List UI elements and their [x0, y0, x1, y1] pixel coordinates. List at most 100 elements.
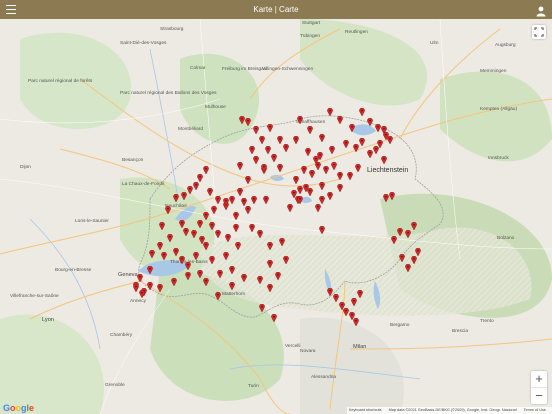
map-marker-pin-icon[interactable]	[223, 193, 229, 207]
map-marker-pin-icon[interactable]	[237, 157, 243, 171]
map-marker-pin-icon[interactable]	[277, 159, 283, 173]
map-marker-pin-icon[interactable]	[173, 189, 179, 203]
map-marker-pin-icon[interactable]	[263, 191, 269, 205]
map-marker-pin-icon[interactable]	[277, 131, 283, 145]
map-marker-pin-icon[interactable]	[267, 119, 273, 133]
map-marker-pin-icon[interactable]	[331, 157, 337, 171]
map-marker-pin-icon[interactable]	[327, 187, 333, 201]
map-marker-pin-icon[interactable]	[367, 113, 373, 127]
map-marker-pin-icon[interactable]	[309, 165, 315, 179]
zoom-in-button[interactable]: +	[531, 371, 547, 387]
map-marker-pin-icon[interactable]	[319, 129, 325, 143]
map-marker-pin-icon[interactable]	[283, 139, 289, 153]
map-marker-pin-icon[interactable]	[351, 293, 357, 307]
map-marker-pin-icon[interactable]	[209, 217, 215, 231]
map-marker-pin-icon[interactable]	[307, 183, 313, 197]
map-marker-pin-icon[interactable]	[183, 223, 189, 237]
map-marker-pin-icon[interactable]	[271, 309, 277, 323]
map-marker-pin-icon[interactable]	[381, 151, 387, 165]
map-marker-pin-icon[interactable]	[319, 221, 325, 235]
map-marker-pin-icon[interactable]	[353, 313, 359, 327]
map-marker-pin-icon[interactable]	[305, 143, 311, 157]
map-marker-pin-icon[interactable]	[267, 255, 273, 269]
map-marker-pin-icon[interactable]	[319, 177, 325, 191]
map-marker-pin-icon[interactable]	[235, 237, 241, 251]
map-marker-pin-icon[interactable]	[297, 191, 303, 205]
map-marker-pin-icon[interactable]	[245, 171, 251, 185]
map-marker-pin-icon[interactable]	[167, 229, 173, 243]
map-marker-pin-icon[interactable]	[283, 251, 289, 265]
keyboard-shortcuts-link[interactable]: Keyboard shortcuts	[349, 408, 382, 412]
map-marker-pin-icon[interactable]	[333, 289, 339, 303]
map-marker-pin-icon[interactable]	[191, 225, 197, 239]
map-marker-pin-icon[interactable]	[157, 279, 163, 293]
map-marker-pin-icon[interactable]	[139, 285, 145, 299]
map-marker-pin-icon[interactable]	[301, 161, 307, 175]
map-view[interactable]: Strasbourg Stuttgart Ulm Augsburg Tübing…	[0, 19, 552, 414]
map-marker-pin-icon[interactable]	[203, 207, 209, 221]
map-marker-pin-icon[interactable]	[229, 261, 235, 275]
map-marker-pin-icon[interactable]	[179, 215, 185, 229]
map-marker-pin-icon[interactable]	[349, 119, 355, 133]
map-marker-pin-icon[interactable]	[411, 217, 417, 231]
map-marker-pin-icon[interactable]	[397, 223, 403, 237]
fullscreen-button[interactable]	[532, 25, 546, 39]
map-marker-pin-icon[interactable]	[267, 237, 273, 251]
map-marker-pin-icon[interactable]	[293, 131, 299, 145]
user-icon[interactable]	[536, 4, 546, 17]
map-marker-pin-icon[interactable]	[241, 193, 247, 207]
map-marker-pin-icon[interactable]	[297, 111, 303, 125]
map-marker-pin-icon[interactable]	[249, 219, 255, 233]
map-marker-pin-icon[interactable]	[253, 121, 259, 135]
map-marker-pin-icon[interactable]	[343, 135, 349, 149]
map-marker-pin-icon[interactable]	[259, 299, 265, 313]
map-marker-pin-icon[interactable]	[229, 191, 235, 205]
map-marker-pin-icon[interactable]	[193, 247, 199, 261]
map-marker-pin-icon[interactable]	[245, 113, 251, 127]
map-marker-pin-icon[interactable]	[133, 279, 139, 293]
map-marker-pin-icon[interactable]	[157, 237, 163, 251]
map-marker-pin-icon[interactable]	[275, 267, 281, 281]
map-marker-pin-icon[interactable]	[233, 207, 239, 221]
map-marker-pin-icon[interactable]	[291, 185, 297, 199]
map-marker-pin-icon[interactable]	[307, 121, 313, 135]
map-marker-pin-icon[interactable]	[209, 251, 215, 265]
map-marker-pin-icon[interactable]	[389, 187, 395, 201]
map-marker-pin-icon[interactable]	[399, 249, 405, 263]
map-marker-pin-icon[interactable]	[229, 277, 235, 291]
map-marker-pin-icon[interactable]	[223, 247, 229, 261]
map-marker-pin-icon[interactable]	[355, 159, 361, 173]
map-marker-pin-icon[interactable]	[185, 257, 191, 271]
terms-link[interactable]: Terms of Use	[524, 408, 546, 412]
map-marker-pin-icon[interactable]	[203, 237, 209, 251]
map-marker-pin-icon[interactable]	[387, 131, 393, 145]
zoom-out-button[interactable]: −	[531, 387, 547, 404]
map-marker-pin-icon[interactable]	[251, 191, 257, 205]
map-marker-pin-icon[interactable]	[203, 161, 209, 175]
map-marker-pin-icon[interactable]	[203, 273, 209, 287]
map-marker-pin-icon[interactable]	[249, 141, 255, 155]
map-marker-pin-icon[interactable]	[261, 159, 267, 173]
map-marker-pin-icon[interactable]	[373, 141, 379, 155]
map-marker-pin-icon[interactable]	[237, 183, 243, 197]
map-marker-pin-icon[interactable]	[279, 233, 285, 247]
map-marker-pin-icon[interactable]	[347, 167, 353, 181]
map-marker-pin-icon[interactable]	[217, 265, 223, 279]
map-marker-pin-icon[interactable]	[287, 199, 293, 213]
map-marker-pin-icon[interactable]	[327, 103, 333, 117]
map-marker-pin-icon[interactable]	[319, 191, 325, 205]
map-marker-pin-icon[interactable]	[267, 279, 273, 293]
map-marker-pin-icon[interactable]	[185, 267, 191, 281]
map-marker-pin-icon[interactable]	[171, 273, 177, 287]
map-marker-pin-icon[interactable]	[293, 171, 299, 185]
map-marker-pin-icon[interactable]	[147, 261, 153, 275]
map-marker-pin-icon[interactable]	[257, 271, 263, 285]
map-marker-pin-icon[interactable]	[137, 269, 143, 283]
map-marker-pin-icon[interactable]	[215, 225, 221, 239]
map-marker-pin-icon[interactable]	[415, 243, 421, 257]
map-marker-pin-icon[interactable]	[215, 287, 221, 301]
map-marker-pin-icon[interactable]	[337, 167, 343, 181]
map-marker-pin-icon[interactable]	[233, 219, 239, 233]
map-marker-pin-icon[interactable]	[259, 131, 265, 145]
map-marker-pin-icon[interactable]	[257, 225, 263, 239]
